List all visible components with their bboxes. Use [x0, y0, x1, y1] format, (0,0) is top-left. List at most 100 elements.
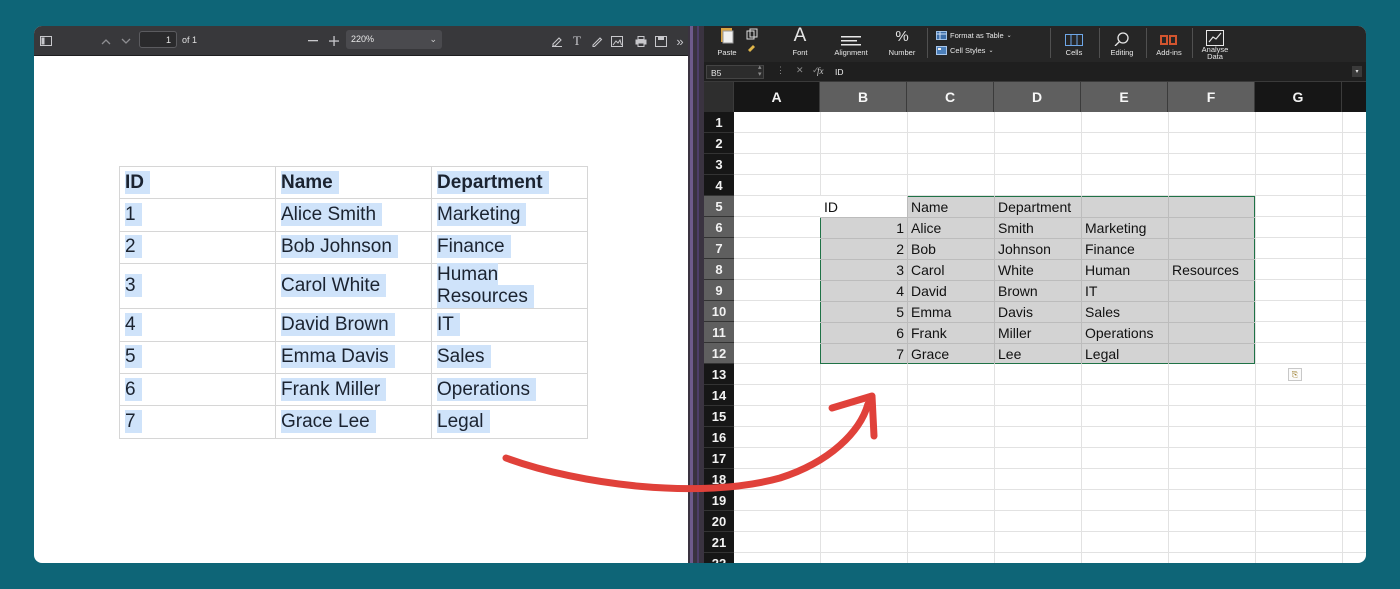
zoom-out-icon[interactable] — [305, 26, 321, 56]
row-header[interactable]: 11 — [704, 322, 734, 343]
cell-b5[interactable]: ID — [821, 197, 907, 218]
cell-last-name[interactable]: Davis — [995, 302, 1081, 323]
cell-department[interactable]: Legal — [1082, 344, 1168, 365]
cell-first-name[interactable]: David — [908, 281, 994, 302]
next-page-icon[interactable] — [118, 26, 134, 56]
draw-pen-icon[interactable] — [588, 26, 606, 56]
column-header-c[interactable]: C — [907, 82, 994, 112]
cell-id[interactable]: 5 — [821, 302, 907, 323]
column-header-f[interactable]: F — [1168, 82, 1255, 112]
image-icon[interactable] — [608, 26, 626, 56]
format-as-table-button[interactable]: Format as Table ⌄ — [936, 31, 1012, 40]
cell-department[interactable]: Sales — [1082, 302, 1168, 323]
font-button[interactable]: A Font — [788, 26, 812, 62]
cell-department[interactable]: Operations — [1082, 323, 1168, 344]
cell-id[interactable]: 7 — [821, 344, 907, 365]
cell-first-name[interactable]: Alice — [908, 218, 994, 239]
text-tool-icon[interactable]: T — [568, 26, 586, 56]
number-button[interactable]: % Number — [886, 26, 918, 62]
print-icon[interactable] — [632, 26, 650, 56]
cell-first-name[interactable]: Bob — [908, 239, 994, 260]
row-header[interactable]: 3 — [704, 154, 734, 175]
cell-id[interactable]: 1 — [821, 218, 907, 239]
cell-first-name[interactable]: Frank — [908, 323, 994, 344]
more-tools-icon[interactable]: » — [672, 26, 688, 56]
row-header[interactable]: 15 — [704, 406, 734, 427]
add-ins-button[interactable]: Add-ins — [1154, 26, 1184, 62]
row-header[interactable]: 1 — [704, 112, 734, 133]
cell-last-name[interactable]: Smith — [995, 218, 1081, 239]
cell-first-name[interactable]: Carol — [908, 260, 994, 281]
row-header[interactable]: 21 — [704, 532, 734, 553]
editing-button[interactable]: Editing — [1106, 26, 1138, 62]
row-header[interactable]: 2 — [704, 133, 734, 154]
cell-department-overflow[interactable]: Resources — [1169, 260, 1255, 281]
column-header-g[interactable]: G — [1255, 82, 1342, 112]
cell-first-name[interactable]: Grace — [908, 344, 994, 365]
cell-styles-button[interactable]: Cell Styles ⌄ — [936, 46, 993, 55]
row-header[interactable]: 5 — [704, 196, 734, 217]
cell-first-name[interactable]: Emma — [908, 302, 994, 323]
formula-input[interactable]: ID — [835, 67, 844, 77]
name-box-stepper-icon[interactable]: ▴ ▾ — [758, 64, 762, 78]
column-header-b[interactable]: B — [820, 82, 907, 112]
table-cell: 7 — [125, 410, 142, 434]
cell-styles-icon — [936, 46, 947, 55]
cell-d5[interactable]: Department — [995, 197, 1081, 218]
cell-id[interactable]: 4 — [821, 281, 907, 302]
paste-button[interactable]: Paste — [714, 26, 740, 62]
spreadsheet-grid[interactable]: ID Name Department 1 Alice Smith Marketi… — [734, 112, 1366, 563]
cell-last-name[interactable]: Miller — [995, 323, 1081, 344]
cell-last-name[interactable]: Lee — [995, 344, 1081, 365]
row-header[interactable]: 9 — [704, 280, 734, 301]
row-header[interactable]: 12 — [704, 343, 734, 364]
zoom-select[interactable]: 220% ⌄ — [346, 30, 442, 49]
cancel-icon[interactable]: ✕ — [796, 65, 804, 76]
cell-last-name[interactable]: Brown — [995, 281, 1081, 302]
cells-button[interactable]: Cells — [1060, 26, 1088, 62]
select-all-corner[interactable] — [704, 82, 734, 112]
row-header[interactable]: 16 — [704, 427, 734, 448]
cell-department[interactable]: Human — [1082, 260, 1168, 281]
row-header[interactable]: 13 — [704, 364, 734, 385]
row-header[interactable]: 14 — [704, 385, 734, 406]
copy-format-icon[interactable] — [744, 26, 760, 62]
row-header[interactable]: 19 — [704, 490, 734, 511]
row-header[interactable]: 4 — [704, 175, 734, 196]
alignment-button[interactable]: Alignment — [832, 26, 870, 62]
save-icon[interactable] — [652, 26, 670, 56]
row-header[interactable]: 8 — [704, 259, 734, 280]
paste-options-icon[interactable]: ⎘ — [1288, 368, 1302, 381]
row-header[interactable]: 18 — [704, 469, 734, 490]
alignment-label: Alignment — [834, 48, 868, 57]
column-header-a[interactable]: A — [734, 82, 820, 112]
row-header[interactable]: 20 — [704, 511, 734, 532]
cell-department[interactable]: Finance — [1082, 239, 1168, 260]
zoom-in-icon[interactable] — [326, 26, 342, 56]
sidebar-toggle-icon[interactable] — [37, 26, 55, 56]
row-header[interactable]: 17 — [704, 448, 734, 469]
cell-last-name[interactable]: White — [995, 260, 1081, 281]
insert-function-icon[interactable]: fx — [817, 66, 824, 76]
cell-id[interactable]: 3 — [821, 260, 907, 281]
page-number-input[interactable]: 1 — [139, 31, 177, 48]
row-header[interactable]: 10 — [704, 301, 734, 322]
split-view-divider[interactable] — [688, 26, 704, 563]
cell-department[interactable]: Marketing — [1082, 218, 1168, 239]
cell-id[interactable]: 6 — [821, 323, 907, 344]
row-header[interactable]: 7 — [704, 238, 734, 259]
cell-last-name[interactable]: Johnson — [995, 239, 1081, 260]
cell-department[interactable]: IT — [1082, 281, 1168, 302]
analyse-data-button[interactable]: Analyse Data — [1198, 26, 1232, 62]
previous-page-icon[interactable] — [98, 26, 114, 56]
table-cell: 1 — [125, 203, 142, 227]
expand-formula-bar-icon[interactable]: ▾ — [1352, 66, 1362, 77]
column-header-e[interactable]: E — [1081, 82, 1168, 112]
row-header[interactable]: 22 — [704, 553, 734, 564]
name-box[interactable]: B5 — [706, 65, 764, 79]
cell-id[interactable]: 2 — [821, 239, 907, 260]
column-header-d[interactable]: D — [994, 82, 1081, 112]
cell-c5[interactable]: Name — [908, 197, 994, 218]
highlight-pen-icon[interactable] — [548, 26, 566, 56]
row-header[interactable]: 6 — [704, 217, 734, 238]
